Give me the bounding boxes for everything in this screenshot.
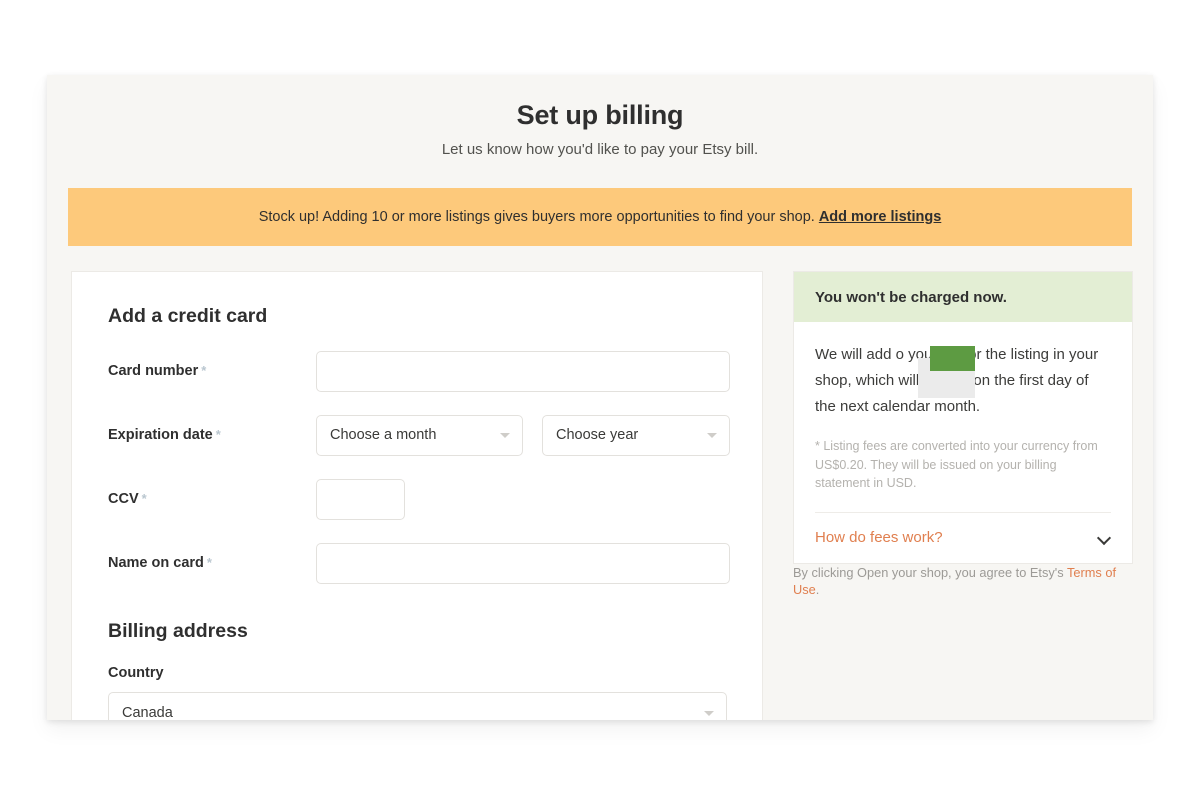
required-asterisk: * bbox=[206, 555, 212, 570]
expiration-year-select[interactable]: Choose year bbox=[542, 414, 730, 456]
terms-text-after: . bbox=[815, 582, 820, 597]
required-asterisk: * bbox=[141, 491, 147, 506]
page-title: Set up billing bbox=[516, 100, 684, 130]
card-number-label-text: Card number bbox=[108, 363, 199, 379]
listing-fees-footnote: * Listing fees are converted into your c… bbox=[815, 439, 1098, 490]
billing-page-panel: Set up billing Let us know how you'd lik… bbox=[47, 75, 1153, 720]
country-label: Country bbox=[108, 665, 164, 681]
billing-explanation-text: We will add o your bill for the listing … bbox=[815, 342, 1111, 420]
billing-explanation-before: We will add bbox=[815, 346, 892, 363]
expiration-month-select[interactable]: Choose a month bbox=[316, 414, 523, 456]
name-on-card-row: Name on card * bbox=[108, 542, 730, 584]
how-do-fees-work-row[interactable]: How do fees work? bbox=[794, 513, 1132, 563]
page-subtitle: Let us know how you'd like to pay your E… bbox=[441, 141, 759, 158]
promo-banner: Stock up! Adding 10 or more listings giv… bbox=[68, 188, 1132, 246]
name-on-card-label: Name on card * bbox=[108, 555, 316, 571]
ccv-label-text: CCV bbox=[108, 491, 139, 507]
redaction-block-green bbox=[930, 346, 975, 371]
terms-disclaimer: By clicking Open your shop, you agree to… bbox=[793, 564, 1139, 598]
expiration-date-label: Expiration date * bbox=[108, 427, 316, 443]
required-asterisk: * bbox=[215, 427, 221, 442]
country-value: Canada bbox=[122, 704, 173, 721]
ccv-input[interactable] bbox=[316, 478, 405, 520]
billing-form-card: Add a credit card Card number * Expiratio… bbox=[71, 271, 763, 720]
ccv-label: CCV * bbox=[108, 491, 316, 507]
banner-text: Stock up! Adding 10 or more listings giv… bbox=[258, 209, 815, 225]
billing-address-heading: Billing address bbox=[108, 620, 248, 642]
expiration-date-label-text: Expiration date bbox=[108, 427, 213, 443]
card-number-input[interactable] bbox=[316, 350, 730, 392]
ccv-row: CCV * bbox=[108, 478, 722, 520]
terms-text-before: By clicking Open your shop, you agree to… bbox=[793, 565, 1067, 580]
chevron-down-icon bbox=[707, 433, 717, 438]
expiration-year-value: Choose year bbox=[556, 427, 639, 443]
how-do-fees-work-link[interactable]: How do fees work? bbox=[815, 529, 943, 546]
billing-info-card: You won't be charged now. We will add o … bbox=[793, 271, 1133, 564]
add-more-listings-link[interactable]: Add more listings bbox=[819, 209, 941, 225]
chevron-down-icon bbox=[500, 433, 510, 438]
name-on-card-label-text: Name on card bbox=[108, 555, 204, 571]
chevron-down-icon bbox=[704, 710, 714, 716]
add-credit-card-heading: Add a credit card bbox=[108, 305, 268, 327]
no-charge-header: You won't be charged now. bbox=[794, 272, 1132, 322]
expiration-month-value: Choose a month bbox=[330, 427, 437, 443]
card-number-label: Card number * bbox=[108, 363, 316, 379]
required-asterisk: * bbox=[201, 363, 207, 378]
name-on-card-input[interactable] bbox=[316, 542, 730, 584]
country-select[interactable]: Canada bbox=[108, 692, 727, 720]
chevron-down-icon[interactable] bbox=[1098, 531, 1111, 544]
expiration-date-row: Expiration date * Choose a month Choose y… bbox=[108, 414, 730, 456]
card-number-row: Card number * bbox=[108, 350, 730, 392]
